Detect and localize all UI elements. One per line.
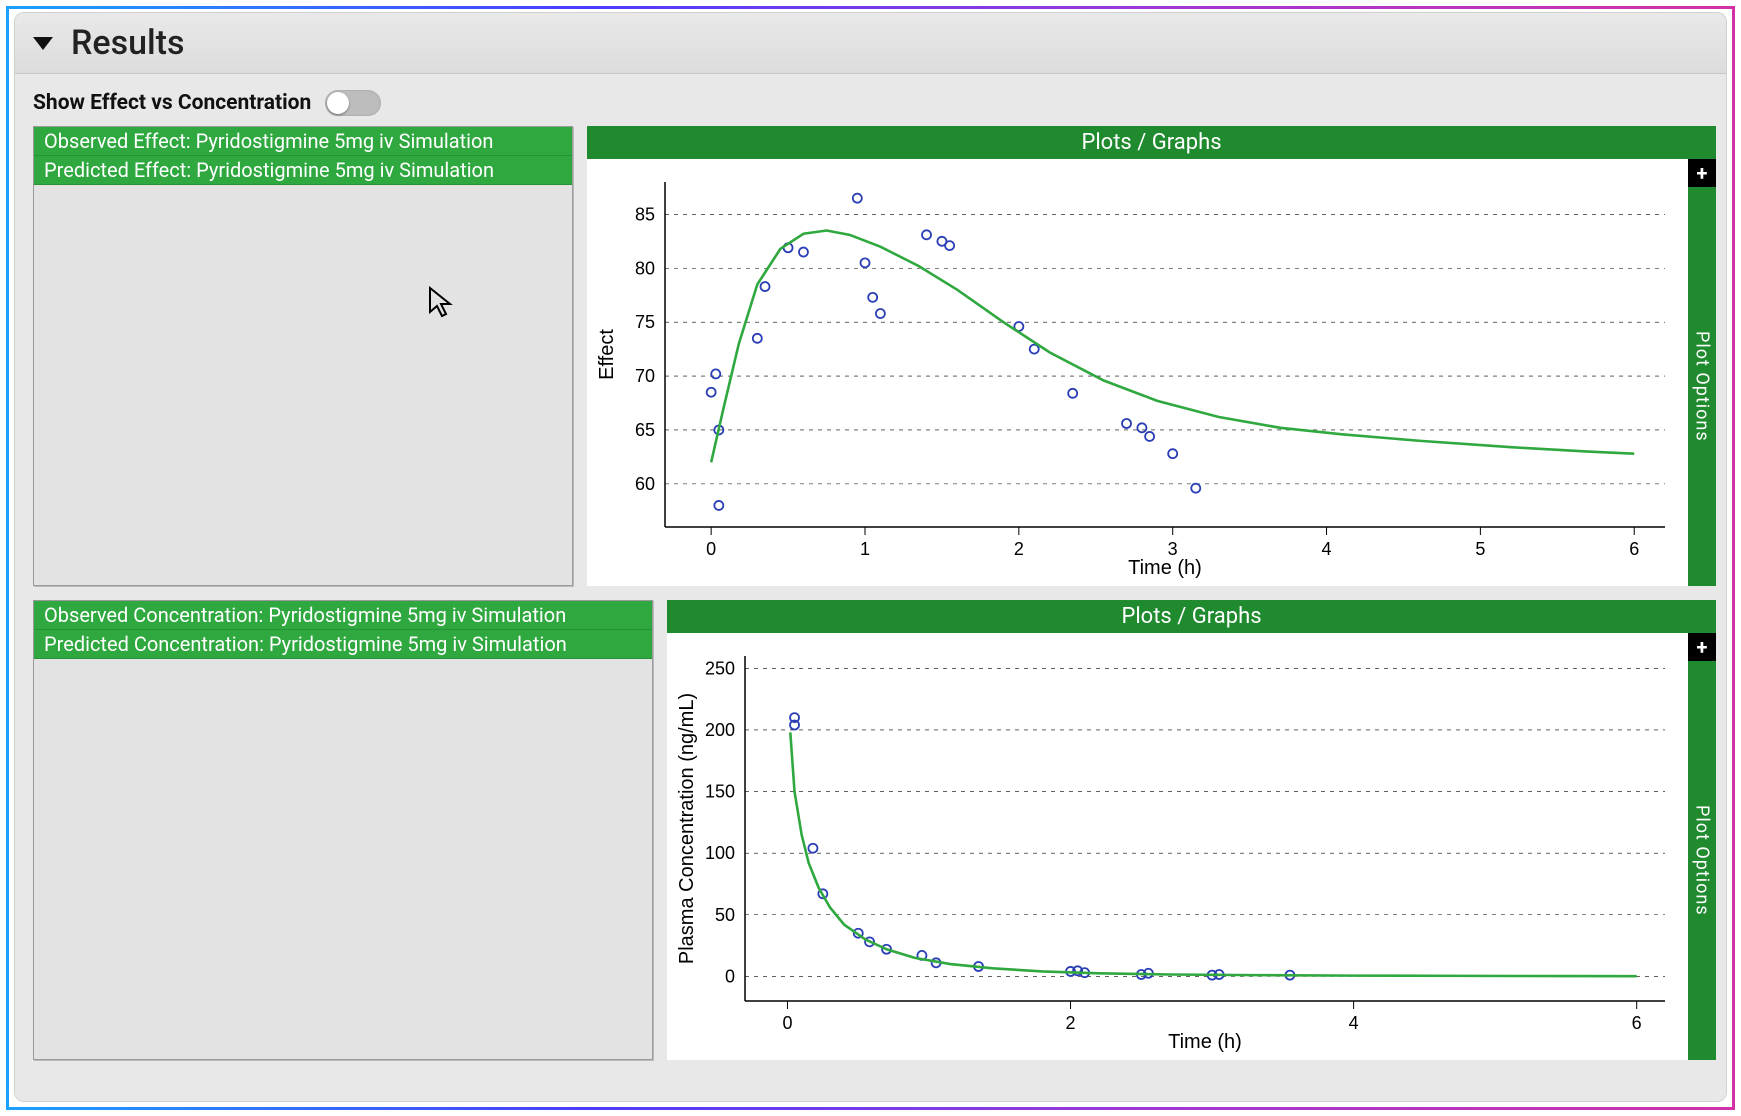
section-title: Results	[71, 23, 185, 63]
effect-chart-panel: Plots / Graphs 60 65 70 75 80 85 0 1 2 3 4 5 6 Time (…	[587, 126, 1716, 586]
svg-text:0: 0	[706, 539, 716, 559]
svg-text:75: 75	[635, 312, 655, 332]
svg-text:200: 200	[705, 720, 735, 740]
svg-text:Plasma Concentration (ng/mL): Plasma Concentration (ng/mL)	[676, 693, 698, 964]
svg-text:2: 2	[1066, 1013, 1076, 1033]
svg-text:85: 85	[635, 204, 655, 224]
svg-text:4: 4	[1349, 1013, 1359, 1033]
svg-text:65: 65	[635, 420, 655, 440]
svg-text:50: 50	[715, 905, 735, 925]
svg-text:0: 0	[782, 1013, 792, 1033]
collapse-icon	[33, 37, 53, 50]
list-item[interactable]: Predicted Effect: Pyridostigmine 5mg iv …	[34, 156, 572, 185]
list-item[interactable]: Predicted Concentration: Pyridostigmine …	[34, 630, 652, 659]
svg-text:0: 0	[725, 966, 735, 986]
chart-title: Plots / Graphs	[587, 126, 1716, 159]
show-effect-vs-concentration-toggle[interactable]	[325, 90, 381, 116]
results-body: Show Effect vs Concentration Observed Ef…	[15, 74, 1726, 1102]
concentration-chart[interactable]: 0 50 100 150 200 250 0 2 4 6 Time (h) Plasma Concen…	[667, 633, 1688, 1060]
effect-chart[interactable]: 60 65 70 75 80 85 0 1 2 3 4 5 6 Time (h) Effect	[587, 159, 1688, 586]
svg-text:70: 70	[635, 366, 655, 386]
svg-text:4: 4	[1322, 539, 1332, 559]
svg-text:1: 1	[860, 539, 870, 559]
svg-text:5: 5	[1475, 539, 1485, 559]
svg-text:80: 80	[635, 258, 655, 278]
list-item[interactable]: Observed Concentration: Pyridostigmine 5…	[34, 601, 652, 630]
svg-text:Time (h): Time (h)	[1168, 1031, 1242, 1053]
svg-text:250: 250	[705, 658, 735, 678]
svg-text:Effect: Effect	[596, 329, 618, 380]
svg-text:2: 2	[1014, 539, 1024, 559]
plot-options-button[interactable]: Plot Options	[1688, 661, 1716, 1060]
svg-text:Time (h): Time (h)	[1128, 557, 1202, 579]
svg-text:6: 6	[1629, 539, 1639, 559]
svg-text:150: 150	[705, 782, 735, 802]
svg-text:60: 60	[635, 474, 655, 494]
toggle-knob	[327, 92, 349, 114]
add-plot-button[interactable]: +	[1688, 159, 1716, 187]
add-plot-button[interactable]: +	[1688, 633, 1716, 661]
concentration-chart-panel: Plots / Graphs 0 50 100 150 200 250 0 2 4 6 Time (…	[667, 600, 1716, 1060]
concentration-series-list: Observed Concentration: Pyridostigmine 5…	[33, 600, 653, 1060]
chart-title: Plots / Graphs	[667, 600, 1716, 633]
results-section-header[interactable]: Results	[15, 13, 1726, 74]
toggle-label: Show Effect vs Concentration	[33, 91, 311, 115]
plot-options-button[interactable]: Plot Options	[1688, 187, 1716, 586]
svg-text:6: 6	[1632, 1013, 1642, 1033]
svg-text:3: 3	[1168, 539, 1178, 559]
list-item[interactable]: Observed Effect: Pyridostigmine 5mg iv S…	[34, 127, 572, 156]
effect-series-list: Observed Effect: Pyridostigmine 5mg iv S…	[33, 126, 573, 586]
svg-text:100: 100	[705, 843, 735, 863]
